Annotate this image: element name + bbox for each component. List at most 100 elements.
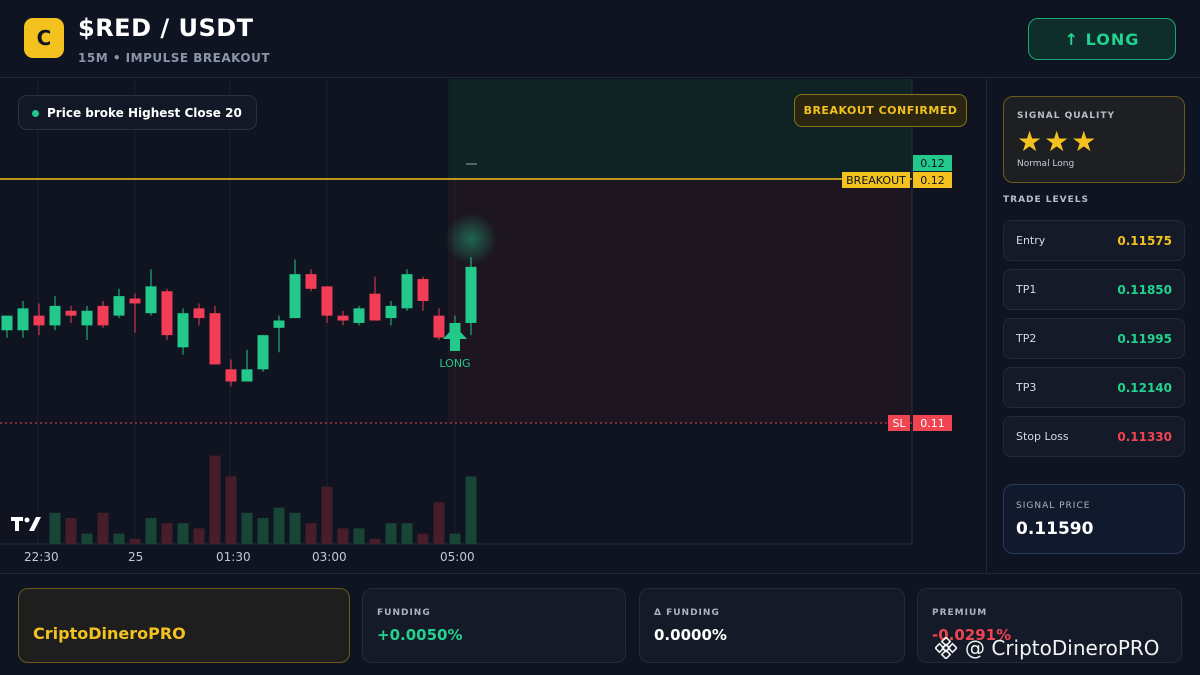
watermark: @ CriptoDineroPRO <box>935 636 1160 660</box>
candle-up <box>241 369 253 382</box>
level-row-stop-loss: Stop Loss 0.11330 <box>1003 416 1185 457</box>
candle-down <box>321 286 333 316</box>
candle-up <box>49 305 61 326</box>
candle-down <box>33 315 45 326</box>
signal-condition-text: Price broke Highest Close 20 <box>47 105 242 120</box>
tradingview-icon <box>11 517 41 531</box>
candle-up <box>113 296 125 316</box>
volume-bar <box>433 502 445 544</box>
pair-title: $RED / USDT <box>78 14 254 42</box>
volume-bar <box>145 518 157 544</box>
funding-title: FUNDING <box>377 608 431 618</box>
volume-bar <box>321 486 333 544</box>
header: C $RED / USDT 15M • IMPULSE BREAKOUT ↑ L… <box>0 0 1200 78</box>
volume-bar <box>337 528 349 544</box>
candle-up <box>385 305 397 319</box>
funding-value: +0.0050% <box>377 626 463 644</box>
volume-bar <box>305 523 317 544</box>
candle-up <box>257 335 269 370</box>
candle-down <box>305 274 317 289</box>
signal-glow <box>445 213 497 265</box>
volume-bar <box>289 512 301 544</box>
volume-bar <box>353 528 365 544</box>
level-row-entry: Entry 0.11575 <box>1003 220 1185 261</box>
volume-bar <box>129 538 141 544</box>
candle-down <box>417 279 429 301</box>
candle-down <box>209 313 221 365</box>
candle-up <box>177 313 189 348</box>
status-dot <box>32 110 39 117</box>
volume-bar <box>257 518 269 544</box>
binance-icon <box>935 637 957 659</box>
candle-up <box>81 310 93 326</box>
app-logo: C <box>24 18 64 58</box>
time-axis-label: 01:30 <box>216 550 251 564</box>
volume-bar <box>369 538 381 544</box>
level-value: 0.11330 <box>1117 430 1172 444</box>
brand-card: CriptoDineroPRO <box>18 588 350 663</box>
delta-funding-title: Δ FUNDING <box>654 608 720 618</box>
breakout-price-label: 0.12 <box>920 174 945 187</box>
level-label: Entry <box>1016 234 1046 247</box>
volume-bar <box>97 512 109 544</box>
level-label: TP1 <box>1016 283 1037 296</box>
level-value: 0.11995 <box>1117 332 1172 346</box>
candle-up <box>289 274 301 319</box>
volume-bar <box>385 523 397 544</box>
signal-panel: SIGNAL QUALITY ★★★ Normal Long TRADE LEV… <box>986 79 1200 573</box>
level-label: Stop Loss <box>1016 430 1069 443</box>
candle-up <box>17 308 29 331</box>
level-row-tp1: TP1 0.11850 <box>1003 269 1185 310</box>
signal-price-value: 0.11590 <box>1016 519 1094 539</box>
time-axis-label: 25 <box>128 550 144 564</box>
level-label: TP2 <box>1016 332 1037 345</box>
signal-price-card: SIGNAL PRICE 0.11590 <box>1003 484 1185 554</box>
time-axis-label: 05:00 <box>440 550 475 564</box>
chart-canvas[interactable]: 0.12 BREAKOUT 0.12 SL 0.11 LONG <box>0 79 985 573</box>
volume-bar <box>465 476 477 544</box>
volume-bar <box>401 523 413 544</box>
candle-down <box>97 305 109 326</box>
level-row-tp2: TP2 0.11995 <box>1003 318 1185 359</box>
candle-up <box>273 320 285 328</box>
brand-name: CriptoDineroPRO <box>33 624 186 643</box>
signal-price-title: SIGNAL PRICE <box>1016 501 1091 511</box>
long-marker-label: LONG <box>439 357 470 370</box>
candle-down <box>369 293 381 321</box>
volume-bar <box>177 523 189 544</box>
volume-bar <box>225 476 237 544</box>
trade-levels-title: TRADE LEVELS <box>1003 195 1089 205</box>
level-value: 0.11850 <box>1117 283 1172 297</box>
volume-bar <box>65 518 77 544</box>
long-button[interactable]: ↑ LONG <box>1028 18 1176 60</box>
signal-quality-card: SIGNAL QUALITY ★★★ Normal Long <box>1003 96 1185 183</box>
volume-bar <box>241 512 253 544</box>
time-axis-label: 22:30 <box>24 550 59 564</box>
signal-quality-title: SIGNAL QUALITY <box>1017 111 1115 121</box>
volume-bar <box>161 523 173 544</box>
signal-condition-pill: Price broke Highest Close 20 <box>18 95 257 130</box>
candle-up <box>353 308 365 323</box>
delta-funding-card: Δ FUNDING 0.0000% <box>639 588 905 663</box>
level-label: TP3 <box>1016 381 1037 394</box>
premium-title: PREMIUM <box>932 608 988 618</box>
volume-bar <box>113 533 125 544</box>
timeframe-subtitle: 15M • IMPULSE BREAKOUT <box>78 51 271 65</box>
volume-bar <box>273 507 285 544</box>
delta-funding-value: 0.0000% <box>654 626 727 644</box>
breakout-label: BREAKOUT <box>846 174 906 187</box>
candle-down <box>161 291 173 336</box>
volume-bar <box>209 455 221 544</box>
volume-bar <box>417 533 429 544</box>
candle-up <box>401 274 413 309</box>
watermark-text: @ CriptoDineroPRO <box>965 636 1160 660</box>
volume-bar <box>193 528 205 544</box>
candle-down <box>193 308 205 319</box>
risk-zone <box>448 179 912 423</box>
sl-price-label: 0.11 <box>920 417 945 430</box>
candle-down <box>337 315 349 321</box>
candle-down <box>225 369 237 382</box>
price-chart[interactable]: 0.12 BREAKOUT 0.12 SL 0.11 LONG Price broke H… <box>0 79 985 573</box>
level-value: 0.11575 <box>1117 234 1172 248</box>
last-price-label: 0.12 <box>920 157 945 170</box>
